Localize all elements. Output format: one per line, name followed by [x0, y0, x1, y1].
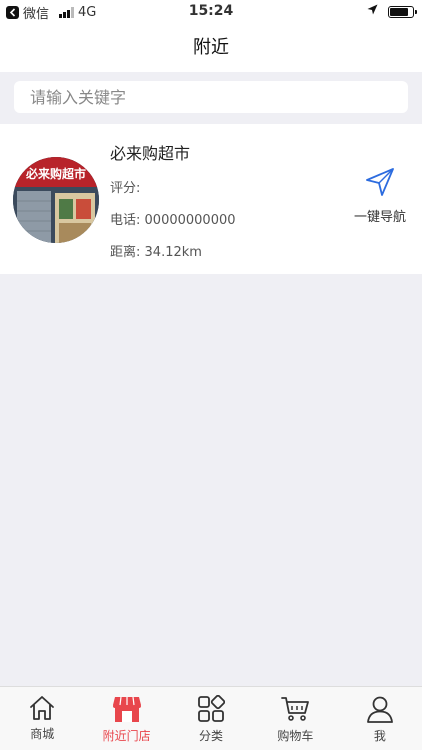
tab-nearby-stores[interactable]: 附近门店	[84, 687, 168, 750]
search-input[interactable]	[14, 81, 408, 113]
tab-label: 商城	[30, 727, 55, 741]
store-rating: 评分:	[110, 177, 140, 196]
tab-label: 我	[373, 729, 386, 743]
category-icon	[169, 695, 253, 723]
distance-value: 34.12km	[144, 245, 202, 260]
store-name: 必来购超市	[110, 144, 191, 163]
rating-label: 评分:	[110, 181, 141, 196]
location-arrow-icon	[367, 4, 378, 19]
tab-label: 购物车	[277, 729, 314, 743]
phone-label: 电话:	[110, 213, 141, 228]
tab-label: 分类	[199, 729, 224, 743]
store-icon	[84, 695, 168, 723]
tab-bar: 商城 附近门店 分类 购物车 我	[0, 686, 422, 750]
status-bar: 微信 4G 15:24	[0, 0, 422, 24]
nav-bar: 附近	[0, 24, 422, 72]
store-photo: 必来购超市	[13, 157, 99, 243]
navigate-button[interactable]: 一键导航	[352, 166, 408, 232]
tab-category[interactable]: 分类	[169, 687, 253, 750]
store-phone: 电话: 00000000000	[110, 209, 236, 228]
tab-profile[interactable]: 我	[338, 687, 422, 750]
status-right	[367, 4, 417, 19]
store-card[interactable]: 必来购超市 必来购超市 评分: 电话: 00000000000 距离: 34.1…	[0, 124, 422, 274]
store-sign-text: 必来购超市	[25, 166, 86, 181]
profile-icon	[338, 695, 422, 723]
store-distance: 距离: 34.12km	[110, 241, 202, 260]
distance-label: 距离:	[110, 245, 141, 260]
cart-icon	[253, 695, 337, 723]
home-icon	[0, 695, 84, 721]
tab-cart[interactable]: 购物车	[253, 687, 337, 750]
search-bar	[0, 72, 422, 122]
navigate-label: 一键导航	[353, 210, 406, 225]
page-title: 附近	[193, 37, 229, 58]
battery-icon	[388, 5, 417, 18]
phone-value[interactable]: 00000000000	[145, 213, 236, 228]
navigate-arrow-icon	[352, 166, 408, 198]
status-time: 15:24	[188, 3, 234, 19]
tab-label: 附近门店	[102, 729, 151, 743]
tab-mall[interactable]: 商城	[0, 687, 84, 750]
